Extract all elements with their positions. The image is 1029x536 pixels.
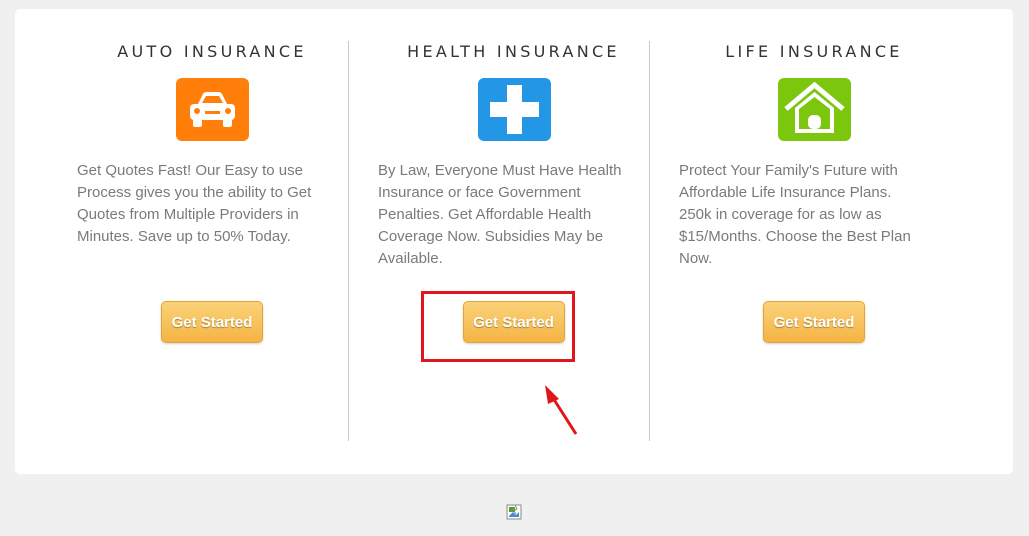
insurance-options-panel: AUTO INSURANCE Get Quotes Fast! Our Easy… <box>15 9 1013 474</box>
life-insurance-description: Protect Your Family's Future with Afford… <box>679 162 911 267</box>
life-insurance-column: LIFE INSURANCE Protect Your Family's Fut… <box>664 9 964 474</box>
auto-insurance-description: Get Quotes Fast! Our Easy to use Process… <box>77 162 312 245</box>
life-insurance-title: LIFE INSURANCE <box>725 42 903 61</box>
broken-image-icon <box>506 504 522 520</box>
auto-insurance-title: AUTO INSURANCE <box>117 42 307 61</box>
health-insurance-title: HEALTH INSURANCE <box>407 42 620 61</box>
auto-get-started-button[interactable]: Get Started <box>161 301 263 343</box>
life-get-started-button[interactable]: Get Started <box>763 301 865 343</box>
plus-icon <box>477 78 551 141</box>
health-insurance-column: HEALTH INSURANCE By Law, Everyone Must H… <box>363 9 664 474</box>
health-insurance-description: By Law, Everyone Must Have Health Insura… <box>378 162 622 267</box>
highlight-box <box>421 291 575 362</box>
auto-insurance-column: AUTO INSURANCE Get Quotes Fast! Our Easy… <box>62 9 362 474</box>
car-icon <box>176 78 249 141</box>
red-arrow-icon <box>545 385 578 435</box>
house-icon <box>778 78 851 141</box>
